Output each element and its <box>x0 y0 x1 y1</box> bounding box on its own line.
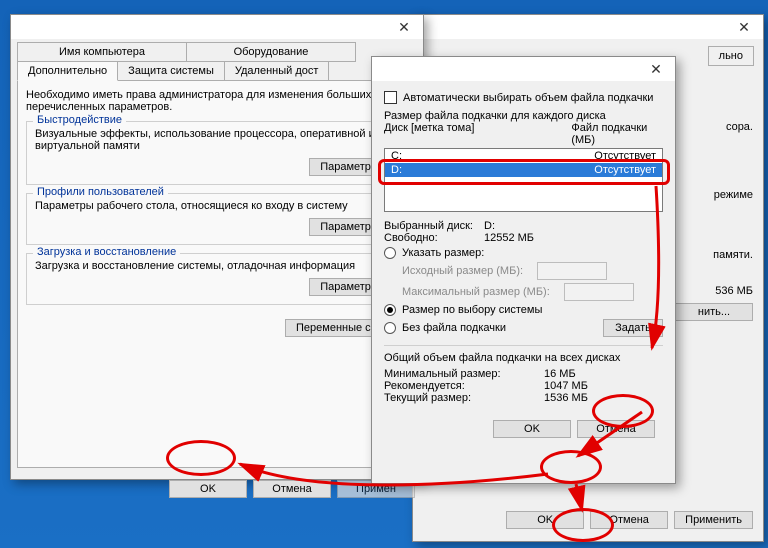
checkbox-icon <box>384 91 397 104</box>
selected-disk-value: D: <box>484 220 495 232</box>
free-space-label: Свободно: <box>384 232 484 244</box>
perf-title: Быстродействие <box>33 114 126 126</box>
sysprops-footer: OK Отмена Примен <box>11 474 423 508</box>
free-space-value: 12552 МБ <box>484 232 534 244</box>
titlebar: ✕ <box>372 57 675 81</box>
change-button[interactable]: нить... <box>675 303 753 321</box>
titlebar: ✕ <box>11 15 423 39</box>
tab-remote[interactable]: Удаленный дост <box>224 61 330 81</box>
max-size-label: Максимальный размер (МБ): <box>402 286 550 298</box>
col-pf: Файл подкачки (МБ) <box>571 122 663 146</box>
close-icon[interactable]: ✕ <box>389 17 419 37</box>
initial-size-field <box>537 262 607 280</box>
tab-computer-name[interactable]: Имя компьютера <box>17 42 187 62</box>
close-icon[interactable]: ✕ <box>641 59 671 79</box>
radio-icon <box>384 247 396 259</box>
max-size-field <box>564 283 634 301</box>
ok-button-perf[interactable]: OK <box>506 511 584 529</box>
system-properties-dialog: ✕ Имя компьютера Оборудование Дополнител… <box>10 14 424 480</box>
perf-group: Быстродействие Визуальные эффекты, испол… <box>26 121 408 185</box>
advanced-panel: Необходимо иметь права администратора дл… <box>17 80 417 468</box>
virtual-memory-dialog: ✕ Автоматически выбирать объем файла под… <box>371 56 676 484</box>
disk-list[interactable]: C: Отсутствует D: Отсутствует <box>384 148 663 212</box>
tab-system-protection[interactable]: Защита системы <box>117 61 225 81</box>
apply-button-perf[interactable]: Применить <box>674 511 753 529</box>
vm-body: Автоматически выбирать объем файла подка… <box>372 81 675 454</box>
radio-no-paging[interactable]: Без файла подкачки <box>384 322 506 334</box>
auto-manage-checkbox[interactable]: Автоматически выбирать объем файла подка… <box>384 91 663 104</box>
profiles-title: Профили пользователей <box>33 186 168 198</box>
radio-icon <box>384 304 396 316</box>
auto-manage-label: Автоматически выбирать объем файла подка… <box>403 92 653 104</box>
tabs-row1: Имя компьютера Оборудование <box>17 41 417 61</box>
titlebar: ✕ <box>413 15 763 39</box>
close-icon[interactable]: ✕ <box>729 17 759 37</box>
col-disk: Диск [метка тома] <box>384 122 571 146</box>
ok-button-vm[interactable]: OK <box>493 420 571 438</box>
profiles-group: Профили пользователей Параметры рабочего… <box>26 193 408 245</box>
cancel-button-perf[interactable]: Отмена <box>590 511 668 529</box>
startup-title: Загрузка и восстановление <box>33 246 180 258</box>
startup-desc: Загрузка и восстановление системы, отлад… <box>35 260 399 272</box>
radio-system-managed[interactable]: Размер по выбору системы <box>384 304 663 316</box>
table-row: C: Отсутствует <box>385 149 662 163</box>
cancel-button[interactable]: Отмена <box>253 480 331 498</box>
cancel-button-vm[interactable]: Отмена <box>577 420 655 438</box>
perf-desc: Визуальные эффекты, использование процес… <box>35 128 399 152</box>
radio-custom-size[interactable]: Указать размер: <box>384 247 663 259</box>
selected-disk-label: Выбранный диск: <box>384 220 484 232</box>
tab-hardware[interactable]: Оборудование <box>186 42 356 62</box>
table-row-selected: D: Отсутствует <box>385 163 662 177</box>
totals-title: Общий объем файла подкачки на всех диска… <box>384 352 663 364</box>
radio-icon <box>384 322 396 334</box>
intro-text: Необходимо иметь права администратора дл… <box>26 89 408 113</box>
tab-fragment[interactable]: льно <box>708 46 754 66</box>
ok-button[interactable]: OK <box>169 480 247 498</box>
list-title: Размер файла подкачки для каждого диска <box>384 110 663 122</box>
tabs-row2: Дополнительно Защита системы Удаленный д… <box>17 60 417 80</box>
startup-group: Загрузка и восстановление Загрузка и вос… <box>26 253 408 305</box>
profiles-desc: Параметры рабочего стола, относящиеся ко… <box>35 200 399 212</box>
set-button[interactable]: Задать <box>603 319 663 337</box>
initial-size-label: Исходный размер (МБ): <box>402 265 523 277</box>
tab-advanced[interactable]: Дополнительно <box>17 61 118 81</box>
